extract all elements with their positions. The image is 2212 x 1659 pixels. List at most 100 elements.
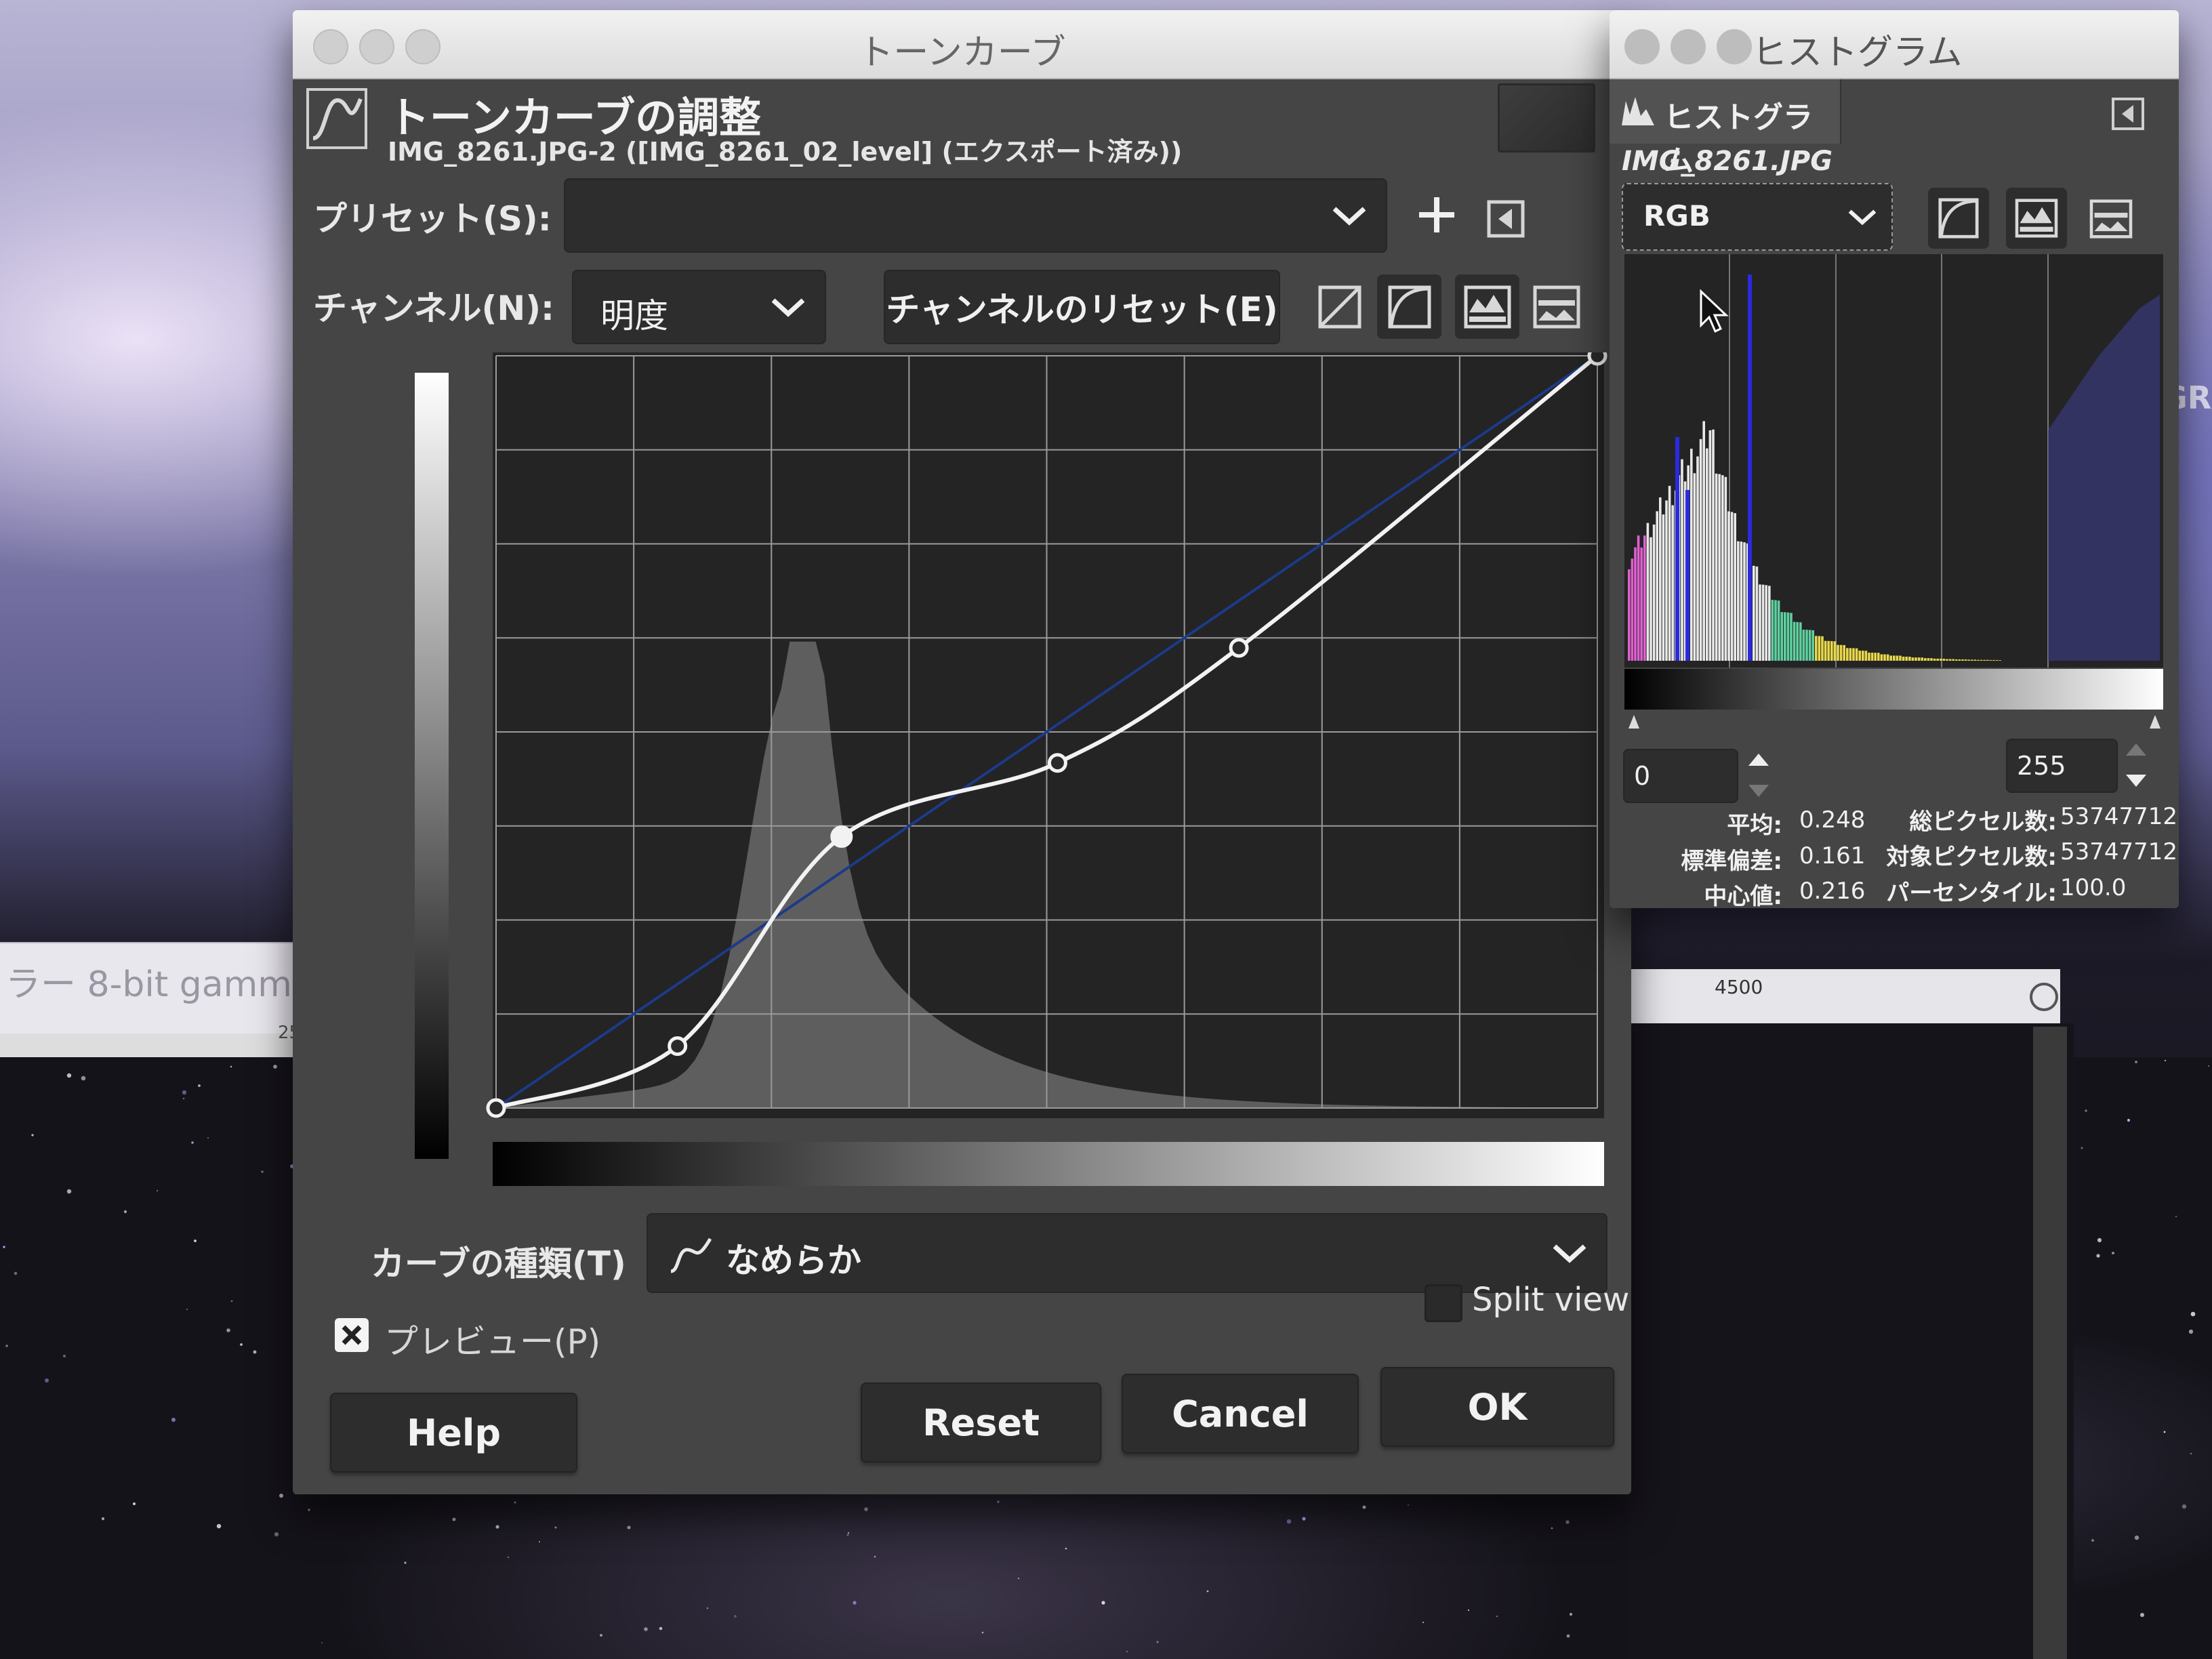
histogram-overlay-icon[interactable] [2006,188,2067,249]
minimize-icon[interactable] [1671,29,1706,64]
histogram-bar [1671,505,1674,661]
help-button-label: Help [407,1411,501,1454]
star [186,1309,188,1310]
star [194,1240,197,1242]
preset-label: プリセット(S): [313,199,552,239]
histogram-bar-icon[interactable] [1530,280,1584,334]
curve-graph[interactable] [415,352,1624,1206]
reset-button[interactable]: Reset [861,1382,1101,1462]
histogram-bar [1799,622,1802,661]
histogram-range-bar[interactable] [1624,669,2163,710]
star [123,1210,127,1214]
reset-channel-button[interactable]: チャンネルのリセット(E) [884,270,1280,344]
curves-titlebar: トーンカーブ [293,10,1631,79]
linear-histogram-icon[interactable] [1313,280,1367,334]
histogram-overlay-icon[interactable] [1455,274,1519,339]
histogram-bar [1893,655,1896,661]
log-histogram-icon[interactable] [1928,188,1989,249]
zoom-icon[interactable] [1717,29,1752,64]
log-histogram-icon[interactable] [1377,274,1441,339]
histogram-bar [1771,600,1774,661]
histogram-bar [1914,657,1917,661]
histogram-bar [1665,500,1668,661]
histogram-bar [1930,658,1933,661]
curve-control-point[interactable] [1229,638,1249,658]
star [2091,1539,2094,1542]
total-pixels-value: 53747712 [2060,803,2178,830]
histogram-bar [1905,656,1908,661]
star [101,1517,105,1521]
star [66,1189,72,1194]
preview-checkbox[interactable] [335,1318,369,1352]
histogram-bar [1880,654,1883,661]
percentile-label: パーセンタイル: [1886,880,2057,907]
tab-menu-icon[interactable] [2111,97,2145,131]
star [1569,1612,1573,1616]
histogram-bar [1693,473,1696,661]
histogram-bar [1889,655,1892,661]
horizontal-ruler-right: 4500 [1626,969,2060,1027]
channel-combo[interactable]: 明度 [572,270,826,344]
ok-button[interactable]: OK [1380,1367,1614,1447]
star [507,1556,510,1559]
close-icon[interactable] [1624,29,1660,64]
ruler-label: 4500 [1715,976,1763,998]
histogram-tab[interactable]: ヒストグラム [1610,79,1841,178]
help-button[interactable]: Help [330,1393,577,1473]
star [240,1343,243,1346]
curve-control-point[interactable] [486,1098,506,1118]
count-value: 53747712 [2060,838,2178,865]
range-max-spinner[interactable] [2119,735,2153,796]
curve-control-point[interactable] [1047,753,1067,773]
percentile-value: 100.0 [2060,874,2127,901]
star [627,1525,631,1530]
histogram-bar [1902,656,1905,661]
histogram-channel-value: RGB [1643,199,1711,232]
range-min-spinner[interactable] [1742,745,1776,806]
curve-control-point[interactable] [668,1036,688,1057]
star [874,1555,876,1558]
histogram-channel-combo[interactable]: RGB [1622,183,1893,251]
chevron-down-icon [771,298,805,317]
histogram-bar [1958,659,1961,661]
cancel-button[interactable]: Cancel [1122,1374,1359,1454]
curve-control-point[interactable] [830,825,853,848]
histogram-bar [1870,653,1874,661]
histogram-bar [1858,651,1861,661]
range-max-handle[interactable] [2150,715,2160,729]
curves-icon [306,88,367,149]
range-min-handle[interactable] [1629,715,1639,729]
star [2163,1431,2166,1433]
navigate-icon[interactable] [2030,983,2058,1011]
histogram-bar [1690,449,1693,661]
preset-menu-icon[interactable] [1479,192,1533,246]
image-canvas-right[interactable] [1626,1023,2074,1659]
range-min-input[interactable]: 0 [1623,749,1738,803]
curve-control-point[interactable] [1587,352,1607,366]
histogram-bar [1973,659,1977,661]
star [2081,1147,2083,1149]
curve-type-combo[interactable]: なめらか [647,1213,1607,1293]
histogram-bar [1843,644,1845,661]
split-view-label: Split view [1472,1281,1630,1319]
star [1286,1519,1292,1524]
mouse-cursor-icon [1700,289,1729,333]
star [81,1076,86,1081]
image-thumbnail [1498,83,1595,152]
split-view-checkbox[interactable] [1425,1284,1462,1322]
star [31,1134,34,1136]
star [207,1137,209,1139]
star [554,1526,557,1529]
star [2165,1060,2166,1061]
add-preset-icon[interactable] [1410,188,1464,242]
star [1407,1504,1410,1507]
preset-combo[interactable] [564,178,1387,253]
histogram-bar [1681,459,1683,661]
histogram-bar [1740,541,1743,661]
star [261,1170,264,1173]
dialog-subheading: IMG_8261.JPG-2 ([IMG_8261_02_level] (エクス… [388,137,1183,167]
check-x-icon [342,1325,362,1345]
range-max-input[interactable]: 255 [2006,739,2118,793]
histogram-bar-icon[interactable] [2084,192,2138,246]
vertical-scrollbar[interactable] [2033,1027,2067,1659]
